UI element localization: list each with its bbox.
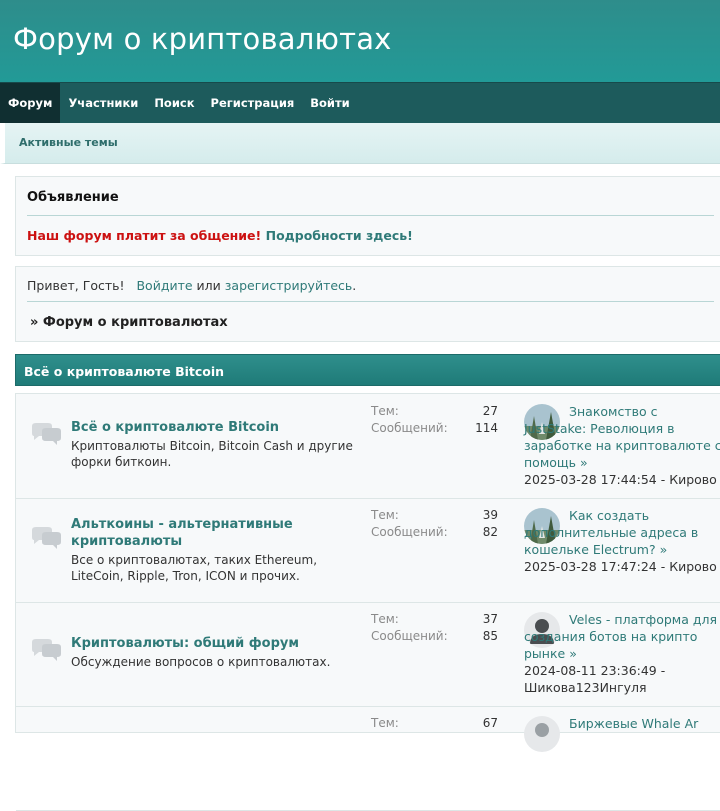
topics-count: 37 <box>482 612 498 626</box>
board-list: Всё о криптовалюте Bitcoin Криптовалюты … <box>15 393 720 811</box>
last-post-meta: 2025-03-28 17:44:54 - Кирово <box>524 472 717 487</box>
board-description: Все о криптовалютах, таких Ethereum, Lit… <box>71 553 318 583</box>
greeting-line: Привет, Гость! Войдите или зарегистрируй… <box>27 278 356 293</box>
board-row: Всё о криптовалюте Bitcoin Криптовалюты … <box>16 394 720 499</box>
topics-label: Тем: <box>371 612 399 626</box>
messages-count: 82 <box>482 525 498 539</box>
board-title[interactable]: Альткоины - альтернативные криптовалюты <box>71 516 331 550</box>
board-row: Тем: 67 Биржевые Whale Ar <box>16 706 720 811</box>
last-post: Как создать дополнительные адреса в коше… <box>524 507 720 575</box>
announcement-text: Наш форум платит за общение! Подробности… <box>27 228 413 243</box>
last-post: Знакомство с JustStake: Революция в зара… <box>524 403 720 488</box>
greeting-or: или <box>196 278 221 293</box>
chat-bubbles-icon <box>32 527 61 549</box>
nav-register[interactable]: Регистрация <box>203 83 303 123</box>
topics-count: 39 <box>482 508 498 522</box>
greeting-box: Привет, Гость! Войдите или зарегистрируй… <box>15 266 720 342</box>
divider <box>27 301 714 302</box>
messages-label: Сообщений: <box>371 421 448 435</box>
nav-login[interactable]: Войти <box>302 83 357 123</box>
register-link[interactable]: зарегистрируйтесь <box>225 278 353 293</box>
greeting-period: . <box>352 278 357 293</box>
nav-search[interactable]: Поиск <box>146 83 202 123</box>
topics-label: Тем: <box>371 404 399 418</box>
site-header: Форум о криптовалютах <box>0 0 720 82</box>
board-title[interactable]: Всё о криптовалюте Bitcoin <box>71 419 331 436</box>
last-post-link[interactable]: Знакомство с JustStake: Революция в зара… <box>524 404 720 470</box>
messages-label: Сообщений: <box>371 629 448 643</box>
announcement-title: Объявление <box>27 190 119 205</box>
board-row: Криптовалюты: общий форум Обсуждение воп… <box>16 602 720 707</box>
category-header: Всё о криптовалюте Bitcoin <box>15 354 720 386</box>
announcement-details-link[interactable]: Подробности здесь! <box>266 228 413 243</box>
messages-count: 114 <box>475 421 498 435</box>
nav-members[interactable]: Участники <box>60 83 146 123</box>
sub-nav: Активные темы <box>0 123 720 164</box>
go-to-post-arrow[interactable]: » <box>660 542 668 557</box>
site-title[interactable]: Форум о криптовалютах <box>13 22 392 56</box>
main-nav: Форум Участники Поиск Регистрация Войти <box>0 82 720 123</box>
last-post: Биржевые Whale Ar <box>524 715 720 732</box>
active-topics-link[interactable]: Активные темы <box>19 136 118 149</box>
go-to-post-arrow[interactable]: » <box>569 646 577 661</box>
board-description: Обсуждение вопросов о криптовалютах. <box>71 655 331 669</box>
board-row: Альткоины - альтернативные криптовалюты … <box>16 498 720 603</box>
greeting-text: Привет, Гость! <box>27 278 125 293</box>
messages-label: Сообщений: <box>371 525 448 539</box>
topics-count: 67 <box>482 716 498 730</box>
last-post-link[interactable]: Veles - платформа для создания ботов на … <box>524 612 717 661</box>
last-post-meta: 2024-08-11 23:36:49 - Шикова123Ингуля <box>524 663 666 695</box>
last-post-link[interactable]: Биржевые Whale Ar <box>569 716 698 731</box>
messages-count: 85 <box>482 629 498 643</box>
chat-bubbles-icon <box>32 423 61 445</box>
go-to-post-arrow[interactable]: » <box>580 455 588 470</box>
breadcrumb[interactable]: » Форум о криптовалютах <box>30 315 228 330</box>
divider <box>27 215 714 216</box>
board-title[interactable]: Криптовалюты: общий форум <box>71 635 331 652</box>
announcement-box: Объявление Наш форум платит за общение! … <box>15 176 720 256</box>
announcement-highlight: Наш форум платит за общение! <box>27 228 262 243</box>
login-link[interactable]: Войдите <box>136 278 192 293</box>
last-post-meta: 2025-03-28 17:47:24 - Кирово <box>524 559 717 574</box>
nav-forum[interactable]: Форум <box>0 83 61 123</box>
topics-label: Тем: <box>371 716 399 730</box>
chat-bubbles-icon <box>32 639 61 661</box>
board-description: Криптовалюты Bitcoin, Bitcoin Cash и дру… <box>71 439 353 469</box>
category-title[interactable]: Всё о криптовалюте Bitcoin <box>24 364 224 379</box>
topics-count: 27 <box>482 404 498 418</box>
topics-label: Тем: <box>371 508 399 522</box>
last-post-link[interactable]: Как создать дополнительные адреса в коше… <box>524 508 698 557</box>
last-post: Veles - платформа для создания ботов на … <box>524 611 720 696</box>
